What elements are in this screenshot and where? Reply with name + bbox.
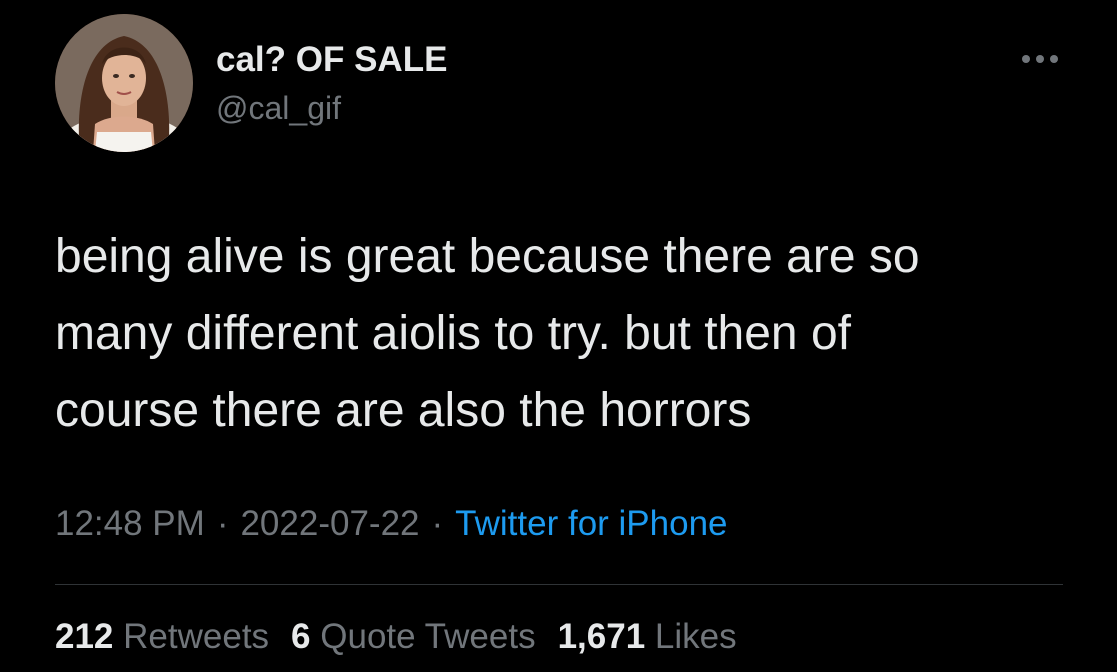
more-dots-icon: [1022, 55, 1058, 63]
more-options-button[interactable]: [1018, 44, 1062, 74]
retweets-stat[interactable]: 212 Retweets: [55, 617, 269, 657]
divider: [55, 584, 1063, 585]
tweet-text-line: being alive is great because there are s…: [55, 230, 920, 283]
tweet-stats: 212 Retweets 6 Quote Tweets 1,671 Likes: [55, 617, 759, 657]
retweets-count: 212: [55, 617, 114, 656]
retweets-label: Retweets: [123, 617, 270, 656]
likes-count: 1,671: [557, 617, 646, 656]
tweet-date[interactable]: 2022-07-22: [240, 504, 419, 543]
meta-separator: ·: [216, 504, 229, 543]
avatar[interactable]: [55, 14, 193, 152]
author-handle[interactable]: @cal_gif: [216, 90, 341, 127]
avatar-photo: [55, 14, 193, 152]
likes-stat[interactable]: 1,671 Likes: [558, 617, 737, 657]
likes-label: Likes: [654, 617, 737, 656]
meta-separator: ·: [431, 504, 444, 543]
quote-tweets-label: Quote Tweets: [320, 617, 536, 656]
author-display-name[interactable]: cal? OF SALE: [216, 40, 447, 80]
tweet-metadata: 12:48 PM · 2022-07-22 · Twitter for iPhone: [55, 504, 728, 544]
tweet-detail: cal? OF SALE @cal_gif being alive is gre…: [0, 0, 1117, 672]
quote-tweets-count: 6: [291, 617, 311, 656]
tweet-text: being alive is great because there are s…: [55, 218, 1085, 449]
tweet-source-link[interactable]: Twitter for iPhone: [455, 504, 727, 543]
tweet-time[interactable]: 12:48 PM: [55, 504, 205, 543]
tweet-text-line: course there are also the horrors: [55, 384, 752, 437]
tweet-text-line: many different aiolis to try. but then o…: [55, 307, 851, 360]
quote-tweets-stat[interactable]: 6 Quote Tweets: [291, 617, 536, 657]
